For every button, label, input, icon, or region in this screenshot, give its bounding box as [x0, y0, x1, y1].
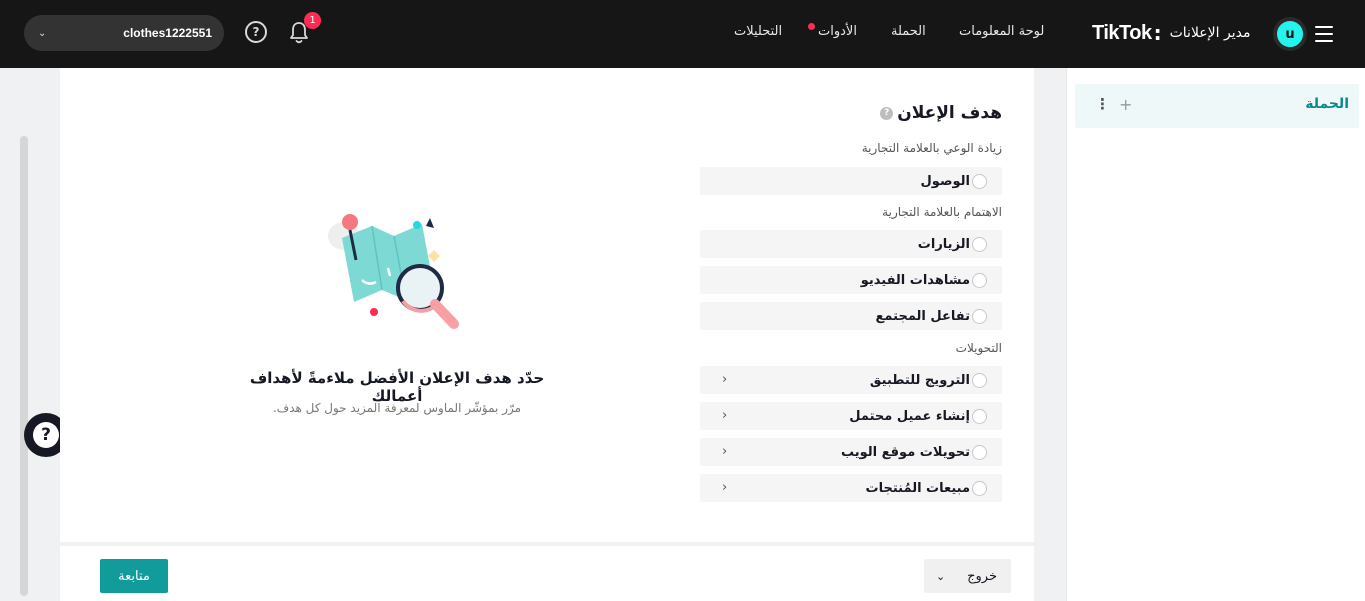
tools-new-dot [808, 23, 815, 30]
nav-analytics[interactable]: التحليلات [734, 24, 782, 39]
option-label: إنشاء عميل محتمل [849, 408, 970, 424]
avatar[interactable]: u [1273, 17, 1307, 51]
option-label: الزيارات [917, 236, 970, 252]
section-consideration: الاهتمام بالعلامة التجارية [882, 205, 1002, 219]
nav-tools[interactable]: الأدوات [818, 24, 857, 39]
account-switcher[interactable]: ⌄ clothes1222551 [24, 15, 224, 51]
radio-button[interactable] [972, 480, 987, 496]
chevron-left-icon[interactable]: ‹ [722, 408, 727, 423]
brand-logo[interactable]: TikTok : مدير الإعلانات [1092, 20, 1250, 46]
continue-button[interactable]: متابعة [100, 559, 168, 593]
option-traffic[interactable]: الزيارات [700, 230, 1002, 258]
radio-button[interactable] [972, 408, 987, 424]
option-label: الوصول [920, 173, 970, 189]
account-name: clothes1222551 [123, 26, 212, 40]
exit-label: خروج [967, 568, 997, 584]
question-icon: ? [33, 422, 59, 448]
chevron-left-icon[interactable]: ‹ [722, 372, 727, 387]
radio-button[interactable] [972, 272, 987, 288]
radio-button[interactable] [972, 372, 987, 388]
option-label: تفاعل المجتمع [875, 308, 970, 324]
hint-subtitle: مرّر بمؤشّر الماوس لمعرفة المزيد حول كل … [272, 401, 522, 415]
chevron-left-icon[interactable]: ‹ [722, 444, 727, 459]
sidebar-item-campaign[interactable]: الحملة + ⋮ [1075, 84, 1359, 128]
more-vertical-icon[interactable]: ⋮ [1095, 95, 1110, 113]
hint-title: حدّد هدف الإعلان الأفضل ملاءمةً لأهداف أ… [249, 369, 545, 405]
nav-campaign[interactable]: الحملة [891, 24, 926, 39]
radio-button[interactable] [972, 308, 987, 324]
brand-name: TikTok [1092, 21, 1152, 44]
objective-title-text: هدف الإعلان [897, 103, 1002, 123]
map-search-illustration [328, 214, 459, 329]
option-lead-generation[interactable]: إنشاء عميل محتمل ‹ [700, 402, 1002, 430]
menu-icon[interactable] [1312, 22, 1336, 46]
section-conversions: التحويلات [955, 341, 1002, 355]
option-reach[interactable]: الوصول [700, 167, 1002, 195]
chevron-down-icon: ⌄ [38, 27, 47, 39]
radio-button[interactable] [972, 444, 987, 460]
avatar-letter: u [1285, 26, 1295, 42]
option-video-views[interactable]: مشاهدات الفيديو [700, 266, 1002, 294]
option-label: تحويلات موقع الويب [841, 444, 970, 460]
section-awareness: زيادة الوعي بالعلامة التجارية [861, 141, 1002, 155]
sidebar-item-label: الحملة [1305, 96, 1349, 112]
brand-subtitle: مدير الإعلانات [1169, 25, 1251, 41]
objective-title: هدف الإعلان ? [880, 103, 1002, 123]
objective-card: هدف الإعلان ? زيادة الوعي بالعلامة التجا… [60, 68, 1034, 542]
option-community-interaction[interactable]: تفاعل المجتمع [700, 302, 1002, 330]
help-icon[interactable]: ? [245, 21, 267, 43]
option-label: مبيعات المُنتجات [865, 480, 970, 496]
scrollbar[interactable] [20, 136, 28, 596]
chevron-left-icon[interactable]: ‹ [722, 480, 727, 495]
nav-dashboard[interactable]: لوحة المعلومات [959, 24, 1044, 39]
notification-badge: 1 [304, 12, 321, 29]
option-website-conversions[interactable]: تحويلات موقع الويب ‹ [700, 438, 1002, 466]
brand-separator: : [1153, 21, 1162, 45]
option-app-promotion[interactable]: الترويج للتطبيق ‹ [700, 366, 1002, 394]
option-product-sales[interactable]: مبيعات المُنتجات ‹ [700, 474, 1002, 502]
radio-button[interactable] [972, 236, 987, 252]
chevron-down-icon: ⌄ [936, 569, 946, 583]
exit-button[interactable]: خروج ⌄ [924, 559, 1011, 593]
campaign-sidebar: الحملة + ⋮ [1066, 68, 1365, 601]
footer-bar: خروج ⌄ متابعة [60, 546, 1034, 601]
radio-button[interactable] [972, 173, 987, 189]
option-label: الترويج للتطبيق [869, 372, 970, 388]
top-bar: u TikTok : مدير الإعلانات لوحة المعلومات… [0, 0, 1365, 68]
info-icon[interactable]: ? [880, 106, 894, 120]
add-icon[interactable]: + [1119, 95, 1132, 114]
option-label: مشاهدات الفيديو [860, 272, 970, 288]
